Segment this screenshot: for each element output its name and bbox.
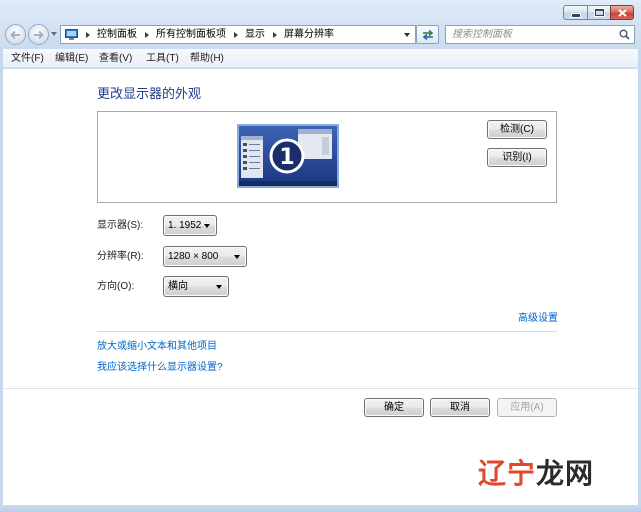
control-panel-icon bbox=[65, 28, 78, 40]
search-box[interactable] bbox=[445, 25, 635, 44]
chevron-right-icon[interactable] bbox=[145, 31, 149, 38]
minimize-icon bbox=[572, 14, 580, 17]
maximize-icon bbox=[595, 9, 604, 16]
watermark: 辽宁龙网 bbox=[478, 458, 595, 489]
window-frame-bottom bbox=[0, 505, 641, 512]
menu-view[interactable]: 查看(V) bbox=[99, 49, 132, 68]
breadcrumb-all-control-panel-items[interactable]: 所有控制面板项 bbox=[156, 26, 226, 43]
forward-button[interactable] bbox=[28, 24, 49, 45]
divider bbox=[97, 331, 557, 332]
identify-button[interactable]: 识别(I) bbox=[487, 148, 547, 167]
chevron-right-icon[interactable] bbox=[234, 31, 238, 38]
search-icon[interactable] bbox=[619, 29, 630, 40]
resize-text-link[interactable]: 放大或缩小文本和其他项目 bbox=[97, 340, 217, 353]
recent-pages-dropdown-icon[interactable] bbox=[51, 32, 57, 36]
display-settings-help-link[interactable]: 我应该选择什么显示器设置? bbox=[97, 361, 223, 374]
desktop-window-left bbox=[241, 136, 263, 178]
refresh-icon bbox=[422, 29, 433, 40]
chevron-down-icon bbox=[204, 224, 210, 228]
monitor-taskbar bbox=[239, 181, 337, 186]
menu-help[interactable]: 帮助(H) bbox=[190, 49, 224, 68]
advanced-settings-link[interactable]: 高级设置 bbox=[518, 312, 558, 325]
menu-tools[interactable]: 工具(T) bbox=[146, 49, 179, 68]
resolution-select[interactable]: 1280 × 800 bbox=[163, 246, 247, 267]
monitor-1-thumbnail[interactable]: 1 bbox=[237, 124, 339, 188]
page-title: 更改显示器的外观 bbox=[97, 86, 202, 101]
breadcrumb-screen-resolution[interactable]: 屏幕分辨率 bbox=[284, 26, 334, 43]
search-input[interactable] bbox=[446, 26, 616, 43]
apply-button[interactable]: 应用(A) bbox=[497, 398, 557, 417]
window-controls bbox=[563, 5, 634, 20]
chevron-down-icon bbox=[234, 255, 240, 259]
cancel-button[interactable]: 取消 bbox=[430, 398, 490, 417]
orientation-select-value: 横向 bbox=[168, 281, 188, 292]
monitor-graphic: 1 bbox=[237, 124, 339, 188]
address-history-dropdown-icon[interactable] bbox=[404, 33, 410, 37]
close-icon bbox=[618, 9, 627, 17]
back-button[interactable] bbox=[5, 24, 26, 45]
display-select-value: 1. 1952 bbox=[168, 220, 202, 231]
address-bar[interactable]: 控制面板 所有控制面板项 显示 屏幕分辨率 bbox=[60, 25, 416, 44]
chevron-right-icon[interactable] bbox=[86, 31, 90, 38]
ok-button[interactable]: 确定 bbox=[364, 398, 424, 417]
menu-bar: 文件(F) 编辑(E) 查看(V) 工具(T) 帮助(H) bbox=[3, 49, 638, 68]
breadcrumb-display[interactable]: 显示 bbox=[245, 26, 265, 43]
close-button[interactable] bbox=[610, 5, 634, 20]
menu-file[interactable]: 文件(F) bbox=[11, 49, 44, 68]
minimize-button[interactable] bbox=[563, 5, 588, 20]
display-select[interactable]: 1. 1952 bbox=[163, 215, 217, 236]
maximize-button[interactable] bbox=[587, 5, 611, 20]
orientation-select[interactable]: 横向 bbox=[163, 276, 229, 297]
monitor-number: 1 bbox=[279, 145, 294, 170]
breadcrumb-control-panel[interactable]: 控制面板 bbox=[97, 26, 137, 43]
resolution-select-value: 1280 × 800 bbox=[168, 251, 219, 262]
forward-arrow-icon bbox=[34, 30, 44, 39]
chevron-right-icon[interactable] bbox=[273, 31, 277, 38]
detect-button[interactable]: 检测(C) bbox=[487, 120, 547, 139]
chevron-down-icon bbox=[216, 285, 222, 289]
resolution-label: 分辨率(R): bbox=[97, 251, 144, 262]
back-arrow-icon bbox=[10, 30, 20, 39]
orientation-label: 方向(O): bbox=[97, 281, 135, 292]
footer-divider bbox=[3, 388, 638, 389]
menu-edit[interactable]: 编辑(E) bbox=[55, 49, 88, 68]
refresh-button[interactable] bbox=[416, 25, 439, 44]
display-label: 显示器(S): bbox=[97, 220, 144, 231]
